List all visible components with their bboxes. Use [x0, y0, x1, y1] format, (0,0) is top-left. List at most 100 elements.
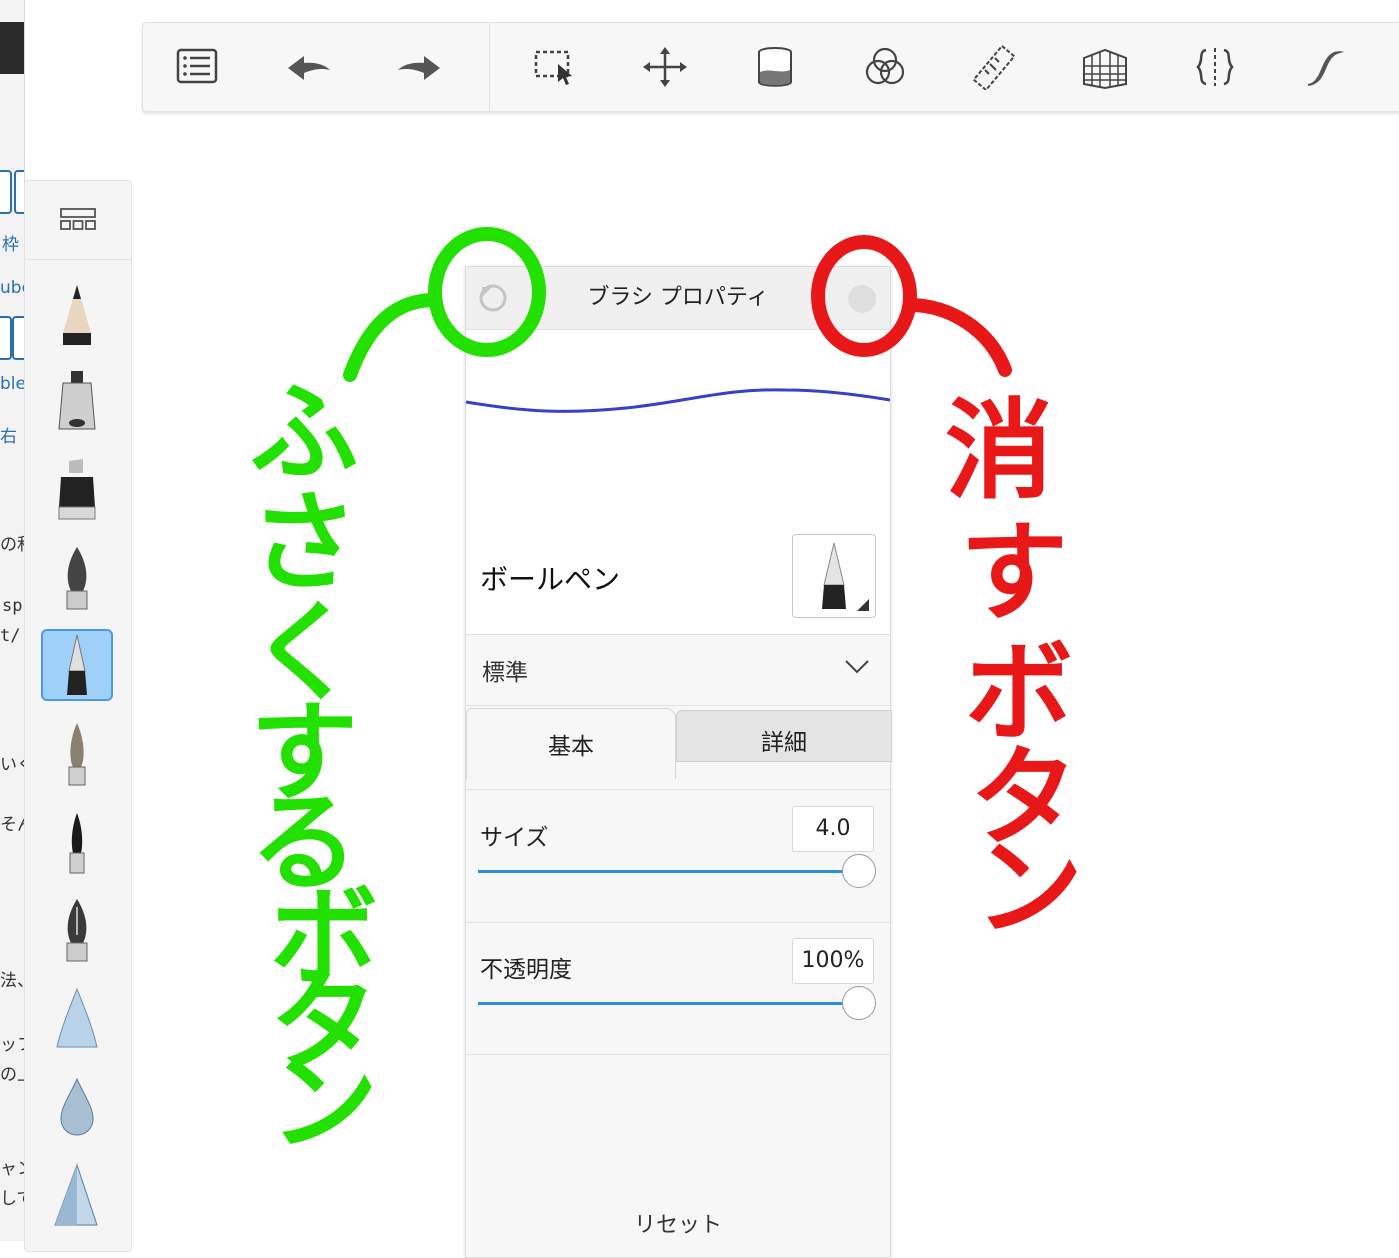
background-text: の和 [0, 535, 24, 555]
background-text: 右 [0, 427, 17, 447]
background-text: ッフ [0, 1035, 24, 1055]
ruler-icon [972, 44, 1016, 90]
layers-list-icon [176, 48, 218, 84]
size-value-field[interactable]: 4.0 [792, 806, 874, 852]
brush-paint-brush[interactable] [41, 719, 113, 791]
ink-brush-icon [69, 813, 85, 874]
background-dark-bar [0, 22, 24, 74]
brush-airbrush[interactable] [41, 983, 113, 1055]
transform-button[interactable] [637, 41, 693, 93]
close-button[interactable] [848, 285, 876, 313]
opacity-slider-thumb[interactable] [842, 986, 876, 1020]
chisel-marker-icon [58, 459, 96, 520]
minimize-annotation-text: ふ さ く す る ボ タ ン [250, 371, 416, 1166]
toolbar-separator [489, 23, 490, 111]
color-circles-icon [865, 47, 905, 85]
ruler-button[interactable] [967, 41, 1023, 93]
brush-ink-brush[interactable] [41, 807, 113, 879]
marker-icon [58, 371, 96, 430]
background-text: ube [0, 278, 24, 298]
brush-name: ボールペン [480, 563, 621, 596]
brush-ballpoint-pen[interactable] [41, 629, 113, 701]
brush-nib-pen[interactable] [41, 895, 113, 967]
brush-triangle[interactable] [41, 1159, 113, 1231]
reset-button[interactable]: リセット [466, 1207, 890, 1239]
symmetry-icon [1196, 48, 1234, 86]
symmetry-button[interactable] [1187, 41, 1243, 93]
undo-button[interactable] [281, 41, 337, 93]
ballpoint-pen-icon [822, 542, 869, 611]
selection-button[interactable] [527, 41, 583, 93]
background-text: そん [0, 815, 24, 835]
brush-library-panel [24, 180, 132, 1252]
brush-chisel-marker[interactable] [41, 455, 113, 527]
fill-button[interactable] [747, 41, 803, 93]
brush-name-row: ボールペン [466, 530, 890, 635]
preset-dropdown[interactable]: 標準 [466, 635, 890, 706]
airbrush-cone-icon [56, 987, 98, 1048]
layers-list-button[interactable] [169, 41, 225, 93]
stroke-preview-line [465, 388, 891, 413]
brush-water-drop[interactable] [41, 1071, 113, 1143]
ballpoint-pen-icon [67, 634, 87, 695]
redo-icon [398, 56, 440, 80]
chevron-down-icon [845, 660, 869, 674]
selection-icon [534, 50, 572, 85]
tab-detail[interactable]: 詳細 [676, 710, 892, 762]
tab-detail-label: 詳細 [761, 730, 807, 756]
background-text: して [0, 1189, 24, 1209]
background-text: いく [0, 755, 24, 775]
nib-pen-icon [66, 899, 88, 962]
undo-icon [288, 56, 330, 80]
background-text: ャン [0, 1159, 24, 1179]
opacity-slider-track[interactable] [478, 1002, 858, 1005]
size-slider-track[interactable] [478, 870, 858, 873]
minimize-icon [479, 284, 507, 312]
close-annotation-text: 消 す ボ タ ン [945, 389, 1116, 951]
perspective-button[interactable] [1077, 41, 1133, 93]
brush-library-icon [60, 208, 96, 230]
tab-bar: 詳細 基本 [466, 706, 892, 790]
opacity-value-field[interactable]: 100% [792, 938, 874, 984]
curve-icon [1308, 51, 1344, 86]
background-text: ble [0, 374, 25, 394]
brush-marker[interactable] [41, 367, 113, 439]
background-box [0, 316, 12, 360]
transform-icon [643, 47, 687, 87]
triangle-brush-icon [54, 1163, 98, 1226]
brush-library-header[interactable] [25, 181, 131, 260]
size-label: サイズ [480, 825, 549, 851]
brush-thumbnail-button[interactable] [792, 534, 876, 618]
background-box [0, 170, 12, 214]
dialog-title: ブラシ プロパティ [587, 285, 769, 310]
size-slider-thumb[interactable] [842, 854, 876, 888]
pencil-icon [63, 285, 91, 345]
dialog-titlebar[interactable]: ブラシ プロパティ [466, 267, 890, 330]
main-toolbar [142, 22, 1399, 112]
fountain-pen-icon [66, 547, 88, 610]
fill-bucket-icon [758, 47, 792, 87]
water-drop-icon [60, 1077, 94, 1136]
background-text: sp [2, 596, 23, 616]
opacity-control: 不透明度 100% [466, 922, 890, 1055]
brush-properties-dialog: ブラシ プロパティ ボールペン 標準 詳細 基本 サイズ 4.0 不透明度 10… [465, 266, 892, 1258]
background-text: 枠 [2, 235, 19, 255]
preset-value: 標準 [482, 660, 528, 686]
brush-pencil[interactable] [41, 279, 113, 351]
stroke-preview [465, 330, 891, 530]
brush-fountain-pen[interactable] [41, 543, 113, 615]
background-text: t/ [0, 626, 21, 646]
background-text: の上 [0, 1065, 24, 1085]
color-button[interactable] [857, 41, 913, 93]
curve-button[interactable] [1297, 41, 1353, 93]
redo-button[interactable] [391, 41, 447, 93]
tab-basic-label: 基本 [548, 734, 594, 760]
minimize-button[interactable] [478, 283, 508, 313]
background-text: 法、 [0, 971, 24, 991]
opacity-label: 不透明度 [480, 957, 572, 983]
paint-brush-icon [68, 723, 86, 786]
size-control: サイズ 4.0 [466, 790, 890, 923]
tab-basic[interactable]: 基本 [466, 708, 676, 779]
perspective-icon [1083, 48, 1127, 90]
background-window: 枠 ube ble 右 の和 sp t/ いく そん 法、 ッフ の上 ャン し… [0, 0, 25, 1241]
